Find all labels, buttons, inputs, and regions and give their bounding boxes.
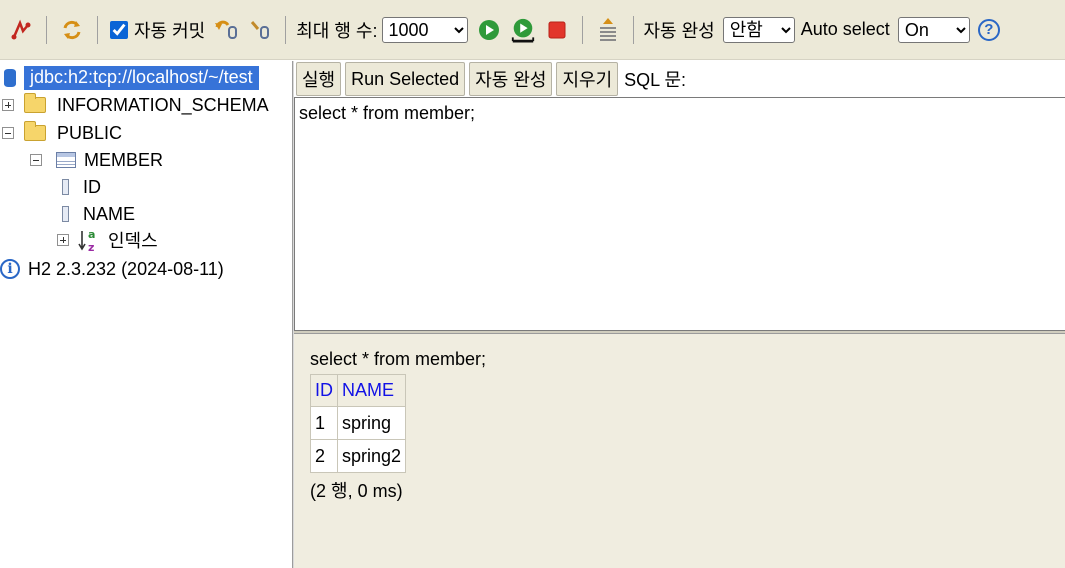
folder-icon [24,121,46,141]
table-row: 1 spring [310,406,407,440]
svg-text:z: z [88,241,94,252]
collapse-icon[interactable] [2,127,14,139]
sql-statement-label: SQL 문: [624,70,687,90]
info-icon: i [0,259,20,279]
tree-schema-information[interactable]: INFORMATION_SCHEMA [2,92,269,118]
table-cell: spring [336,406,407,440]
table-icon [56,152,76,168]
autocomplete-button[interactable]: 자동 완성 [469,62,553,96]
column-icon [62,179,69,195]
tree-connection[interactable]: jdbc:h2:tcp://localhost/~/test [4,65,259,91]
results-panel: select * from member; ID NAME 1 spring 2… [294,334,1065,568]
stop-icon[interactable] [544,17,570,43]
toolbar-separator [46,15,47,44]
result-table: ID NAME 1 spring 2 spring2 [310,374,407,473]
column-header-name[interactable]: NAME [336,374,407,407]
column-label[interactable]: NAME [83,204,135,225]
autocommit-label: 자동 커밋 [134,20,206,41]
max-rows-label: 최대 행 수: [296,20,378,41]
schema-label[interactable]: PUBLIC [57,123,122,144]
sql-editor[interactable]: select * from member; [294,97,1065,331]
autocomplete-select[interactable]: 안함 [722,16,795,43]
run-selected-icon[interactable] [510,17,536,43]
toolbar-separator [97,15,98,44]
result-header-row: ID NAME [310,374,407,407]
autocommit-checkbox[interactable] [110,20,128,39]
max-rows-select[interactable]: 1000 [381,16,468,43]
refresh-icon[interactable] [59,17,85,43]
result-sql: select * from member; [310,349,487,369]
autoselect-select[interactable]: On [897,16,970,43]
autoselect-label: Auto select [800,19,890,39]
autocomplete-label: 자동 완성 [643,20,715,41]
run-button[interactable]: 실행 [296,62,342,96]
table-cell: spring2 [336,439,407,473]
tree-table-member[interactable]: MEMBER [30,147,163,173]
column-header-id[interactable]: ID [310,374,338,407]
clear-button[interactable]: 지우기 [556,62,619,96]
table-row: 2 spring2 [310,439,407,473]
svg-text:a: a [88,228,95,241]
schema-tree: jdbc:h2:tcp://localhost/~/test INFORMATI… [0,61,292,568]
tree-schema-public[interactable]: PUBLIC [2,120,122,146]
run-icon[interactable] [476,17,502,43]
query-toolbar: 실행 Run Selected 자동 완성 지우기 SQL 문: [296,61,1065,97]
database-icon [4,69,16,87]
result-summary: (2 행, 0 ms) [310,481,403,501]
tree-column-name[interactable]: NAME [62,201,135,227]
help-icon[interactable]: ? [976,17,1002,43]
commit-icon[interactable] [247,17,273,43]
disconnect-icon[interactable] [8,17,34,43]
table-cell: 2 [310,439,338,473]
version-label: H2 2.3.232 (2024-08-11) [28,258,224,279]
index-sort-icon: az [77,228,101,254]
collapse-icon[interactable] [30,154,42,166]
tree-column-id[interactable]: ID [62,174,101,200]
expand-icon[interactable] [57,234,69,246]
expand-icon[interactable] [2,99,14,111]
connection-label[interactable]: jdbc:h2:tcp://localhost/~/test [24,66,259,90]
history-icon[interactable] [595,17,621,43]
schema-label[interactable]: INFORMATION_SCHEMA [57,95,269,116]
indexes-label[interactable]: 인덱스 [108,227,158,253]
main-toolbar: 자동 커밋 최대 행 수: 1000 자동 완성 안함 Auto select … [0,0,1065,60]
toolbar-separator [285,15,287,44]
tree-version: i H2 2.3.232 (2024-08-11) [0,256,224,282]
table-label[interactable]: MEMBER [84,150,163,171]
tree-indexes[interactable]: az 인덱스 [57,227,158,254]
toolbar-separator [632,15,634,44]
help-symbol: ? [977,18,1000,41]
folder-icon [24,93,46,113]
run-selected-button[interactable]: Run Selected [345,62,466,96]
toolbar-separator [581,15,583,44]
column-icon [62,206,69,222]
column-label[interactable]: ID [83,177,101,198]
table-cell: 1 [310,406,338,440]
rollback-icon[interactable] [213,17,239,43]
